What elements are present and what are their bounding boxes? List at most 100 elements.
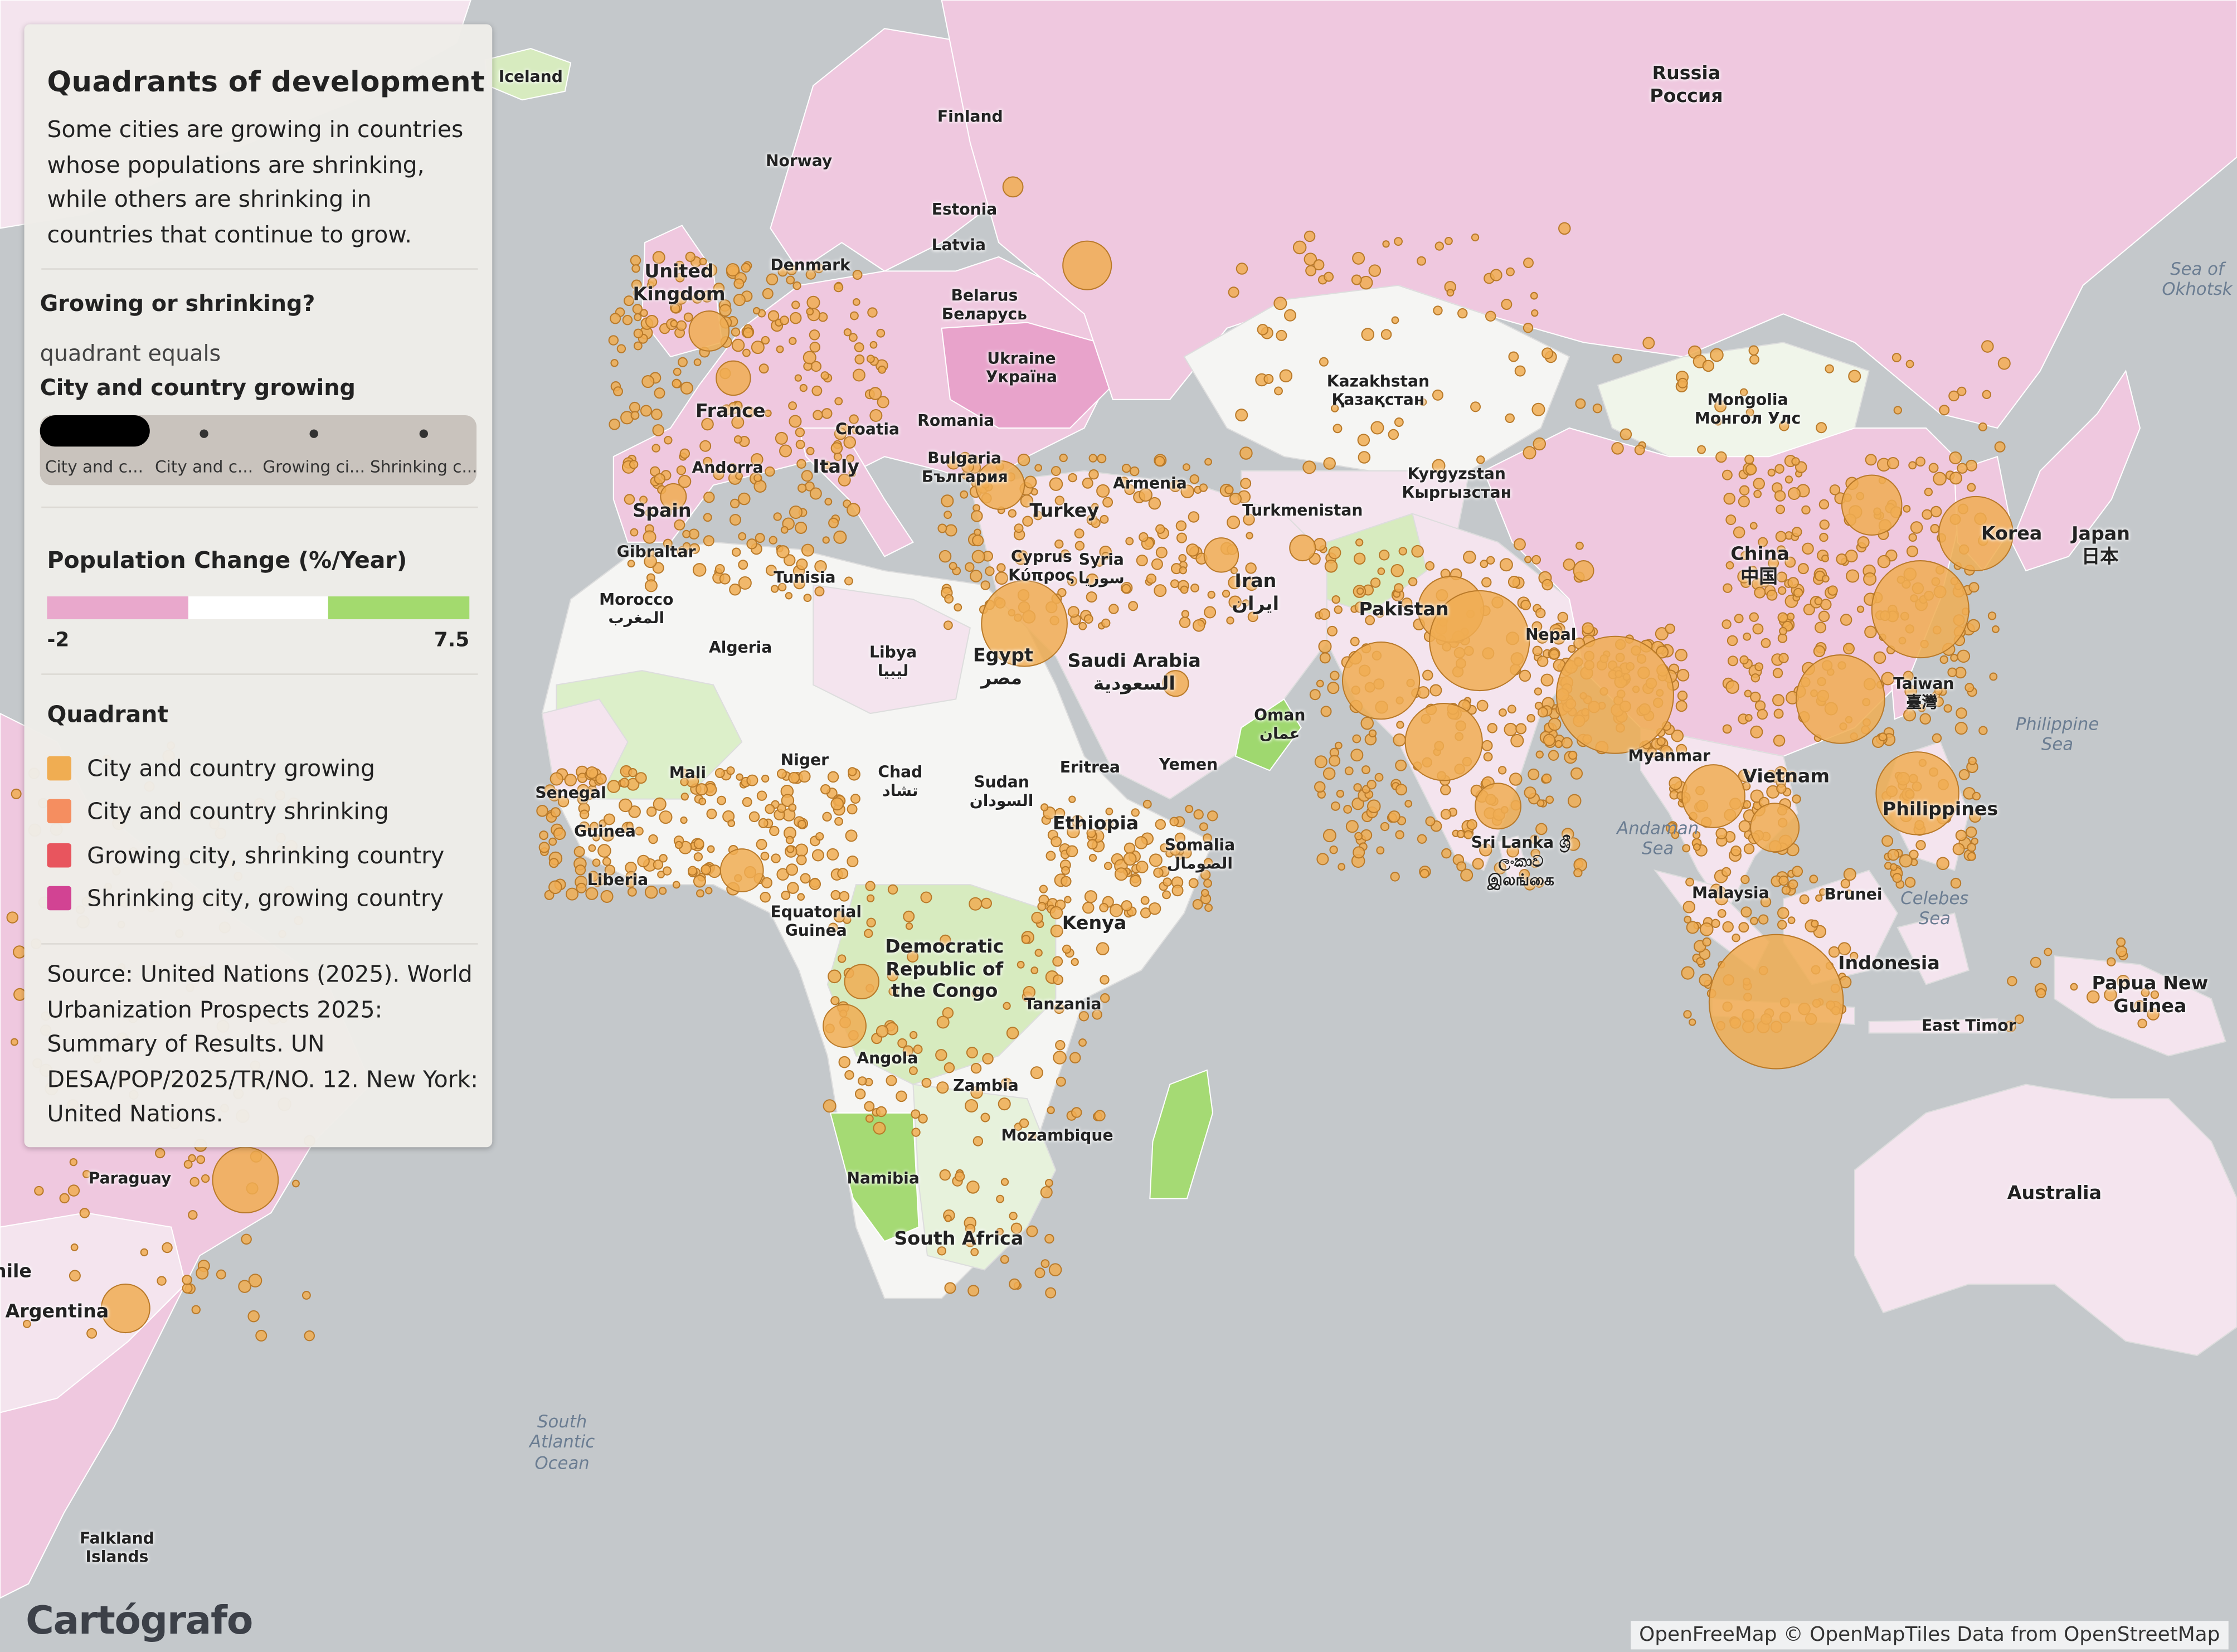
city-bubble[interactable]	[1422, 669, 1433, 681]
city-bubble[interactable]	[1924, 488, 1933, 497]
city-bubble[interactable]	[803, 594, 812, 603]
city-bubble[interactable]	[607, 780, 621, 793]
city-bubble[interactable]	[1134, 836, 1148, 849]
city-bubble[interactable]	[1204, 903, 1213, 912]
city-bubble[interactable]	[1777, 633, 1788, 643]
city-bubble[interactable]	[1353, 783, 1362, 792]
city-bubble[interactable]	[1992, 625, 2000, 633]
city-bubble[interactable]	[1417, 834, 1427, 844]
city-bubble[interactable]	[1136, 555, 1148, 567]
city-bubble[interactable]	[809, 487, 822, 500]
city-bubble[interactable]	[1814, 597, 1823, 605]
city-bubble[interactable]	[676, 320, 687, 331]
city-bubble[interactable]	[699, 440, 712, 452]
city-bubble[interactable]	[1777, 920, 1787, 930]
city-bubble[interactable]	[1899, 854, 1913, 868]
city-bubble[interactable]	[799, 383, 808, 392]
city-bubble[interactable]	[1319, 652, 1331, 664]
city-bubble[interactable]	[971, 510, 983, 522]
city-bubble[interactable]	[1722, 724, 1732, 734]
slider-stop-dot[interactable]	[419, 429, 428, 438]
city-bubble[interactable]	[761, 774, 770, 783]
city-bubble[interactable]	[974, 528, 981, 536]
city-bubble[interactable]	[1322, 829, 1336, 843]
city-bubble[interactable]	[1508, 351, 1519, 362]
city-bubble[interactable]	[1404, 800, 1413, 808]
city-bubble[interactable]	[1568, 750, 1578, 760]
city-bubble[interactable]	[786, 845, 795, 853]
city-bubble[interactable]	[1949, 472, 1963, 485]
city-bubble[interactable]	[751, 341, 765, 354]
city-bubble[interactable]	[1893, 406, 1902, 415]
city-bubble[interactable]	[1128, 601, 1139, 611]
city-bubble[interactable]	[764, 409, 772, 417]
city-bubble[interactable]	[79, 1208, 90, 1218]
city-bubble[interactable]	[1129, 874, 1142, 887]
city-bubble[interactable]	[1501, 299, 1513, 310]
city-bubble[interactable]	[780, 526, 789, 534]
city-bubble[interactable]	[1727, 655, 1738, 667]
city-bubble[interactable]	[1154, 455, 1165, 467]
city-bubble[interactable]	[2116, 945, 2127, 958]
city-bubble[interactable]	[693, 852, 703, 862]
city-bubble[interactable]	[788, 401, 797, 410]
city-bubble[interactable]	[876, 1025, 889, 1038]
city-bubble[interactable]	[602, 857, 611, 866]
city-bubble[interactable]	[830, 797, 844, 811]
city-bubble[interactable]	[1881, 835, 1894, 847]
city-bubble[interactable]	[70, 1243, 79, 1251]
city-bubble[interactable]	[803, 351, 816, 365]
city-bubble[interactable]	[1642, 337, 1655, 349]
city-bubble[interactable]	[536, 805, 548, 817]
city-bubble[interactable]	[633, 328, 644, 338]
city-bubble[interactable]	[585, 766, 599, 779]
city-bubble[interactable]	[1328, 546, 1341, 560]
city-bubble[interactable]	[1377, 567, 1385, 575]
city-bubble[interactable]	[786, 863, 799, 876]
city-bubble[interactable]	[1856, 605, 1865, 613]
city-bubble[interactable]	[1185, 805, 1194, 813]
city-bubble[interactable]	[1727, 635, 1738, 647]
city-bubble[interactable]	[820, 784, 831, 795]
city-bubble[interactable]	[1523, 257, 1534, 269]
city-bubble[interactable]	[733, 435, 742, 444]
city-bubble[interactable]	[2137, 1018, 2147, 1028]
city-bubble[interactable]	[705, 887, 713, 895]
city-bubble[interactable]	[1376, 846, 1385, 855]
city-bubble[interactable]	[1686, 921, 1699, 934]
city-bubble[interactable]	[1374, 772, 1384, 782]
city-bubble[interactable]	[646, 806, 657, 817]
city-bubble[interactable]	[1329, 846, 1338, 854]
city-bubble[interactable]	[1772, 668, 1783, 678]
city-bubble[interactable]	[1793, 587, 1803, 598]
city-bubble[interactable]	[944, 511, 952, 519]
city-bubble[interactable]	[1873, 651, 1886, 664]
city-bubble[interactable]	[693, 838, 704, 849]
city-bubble[interactable]	[729, 514, 741, 526]
city-bubble[interactable]	[1170, 579, 1179, 589]
city-bubble[interactable]	[658, 887, 667, 895]
city-bubble[interactable]	[696, 889, 704, 898]
map-stage[interactable]: Iceland Finland Norway Estonia Latvia De…	[0, 0, 2237, 1652]
city-bubble[interactable]	[779, 444, 792, 458]
city-bubble[interactable]	[1784, 475, 1793, 484]
city-bubble[interactable]	[1827, 585, 1838, 596]
city-bubble[interactable]	[1054, 539, 1064, 549]
city-bubble[interactable]	[1162, 890, 1171, 900]
city-bubble[interactable]	[1774, 464, 1784, 474]
city-bubble[interactable]	[742, 797, 752, 807]
city-bubble-large[interactable]	[1708, 934, 1844, 1070]
city-bubble-large[interactable]	[1002, 176, 1024, 198]
city-bubble[interactable]	[1750, 725, 1763, 738]
city-bubble[interactable]	[755, 533, 765, 543]
city-bubble[interactable]	[758, 818, 769, 828]
city-bubble[interactable]	[1908, 533, 1917, 542]
city-bubble[interactable]	[828, 969, 842, 984]
city-bubble[interactable]	[742, 327, 754, 338]
city-bubble[interactable]	[985, 566, 995, 576]
city-bubble[interactable]	[1417, 256, 1426, 266]
city-bubble[interactable]	[1982, 390, 1991, 400]
city-bubble[interactable]	[1821, 555, 1829, 562]
city-bubble[interactable]	[566, 887, 579, 901]
city-bubble[interactable]	[2044, 948, 2053, 956]
